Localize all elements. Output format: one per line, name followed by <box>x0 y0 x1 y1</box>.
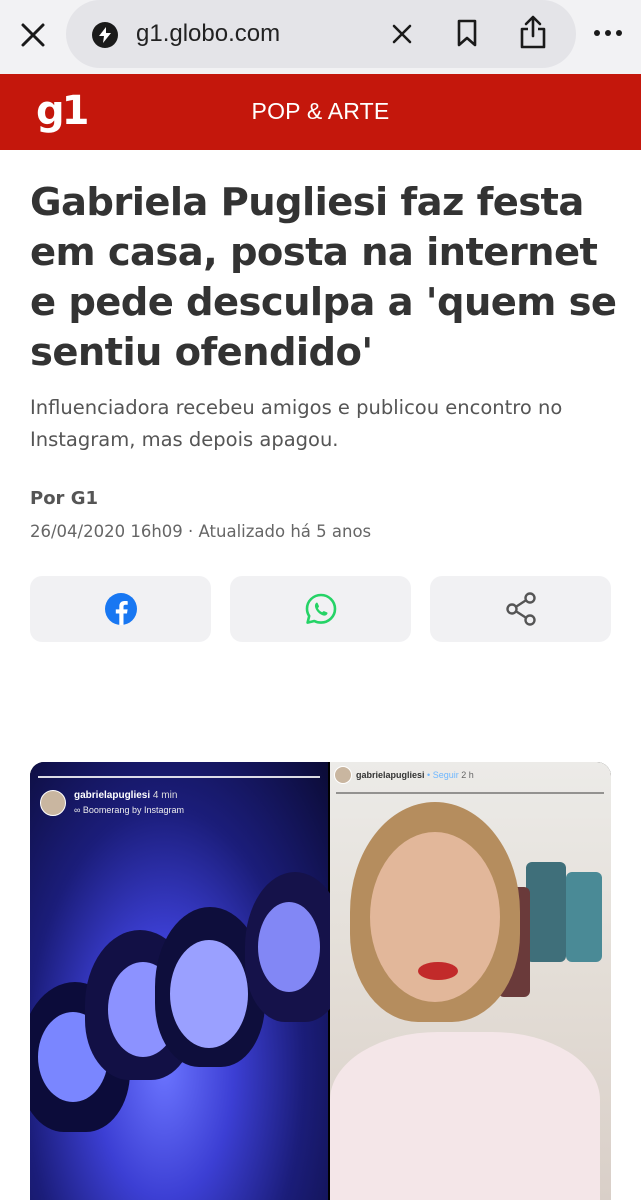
story-left-time: 4 min <box>152 790 178 801</box>
story-right-image: gabrielapugliesi • Seguir 2 h <box>330 762 611 1200</box>
story-right-username: gabrielapugliesi <box>356 770 425 780</box>
hanging-clothes <box>566 872 602 962</box>
whatsapp-icon <box>305 593 336 624</box>
clear-icon[interactable] <box>386 18 418 50</box>
hanging-clothes <box>526 862 566 962</box>
story-progress-bar <box>336 792 604 794</box>
share-more-button[interactable] <box>430 576 611 642</box>
close-icon[interactable] <box>14 16 52 54</box>
story-right-follow[interactable]: • Seguir <box>427 770 459 780</box>
share-icon[interactable] <box>516 12 550 52</box>
lips-shape <box>418 962 458 980</box>
story-right-header: gabrielapugliesi • Seguir 2 h <box>356 770 474 780</box>
more-dot <box>605 30 611 36</box>
story-left-header: gabrielapugliesi 4 min <box>74 790 177 801</box>
article-headline: Gabriela Pugliesi faz festa em casa, pos… <box>30 180 617 375</box>
story-progress-bar <box>38 776 320 778</box>
avatar <box>334 766 352 784</box>
section-title[interactable]: POP & ARTE <box>0 98 641 125</box>
face-shape <box>258 902 320 992</box>
face-shape <box>170 940 248 1048</box>
share-network-icon <box>505 592 536 626</box>
share-whatsapp-button[interactable] <box>230 576 411 642</box>
more-icon[interactable] <box>588 18 628 48</box>
avatar <box>40 790 66 816</box>
url-text[interactable]: g1.globo.com <box>136 18 280 50</box>
share-bar <box>30 576 611 642</box>
lightning-icon <box>92 22 118 48</box>
story-left-username: gabrielapugliesi <box>74 790 151 801</box>
bookmark-icon[interactable] <box>452 16 482 50</box>
site-header: g1 POP & ARTE <box>0 74 641 150</box>
share-facebook-button[interactable] <box>30 576 211 642</box>
shirt-shape <box>330 1032 600 1200</box>
more-dot <box>594 30 600 36</box>
story-left-image: gabrielapugliesi 4 min ∞ Boomerang by In… <box>30 762 345 1200</box>
more-dot <box>616 30 622 36</box>
article-photo[interactable]: gabrielapugliesi 4 min ∞ Boomerang by In… <box>30 762 611 1200</box>
browser-toolbar: g1.globo.com <box>0 0 641 74</box>
article-subhead: Influenciadora recebeu amigos e publicou… <box>30 396 563 451</box>
story-left-subtitle: ∞ Boomerang by Instagram <box>74 805 184 815</box>
article-dateline: 26/04/2020 16h09 · Atualizado há 5 anos <box>30 522 372 541</box>
facebook-icon <box>104 593 137 625</box>
article-byline: Por G1 <box>30 488 99 509</box>
story-right-time: 2 h <box>461 770 474 780</box>
